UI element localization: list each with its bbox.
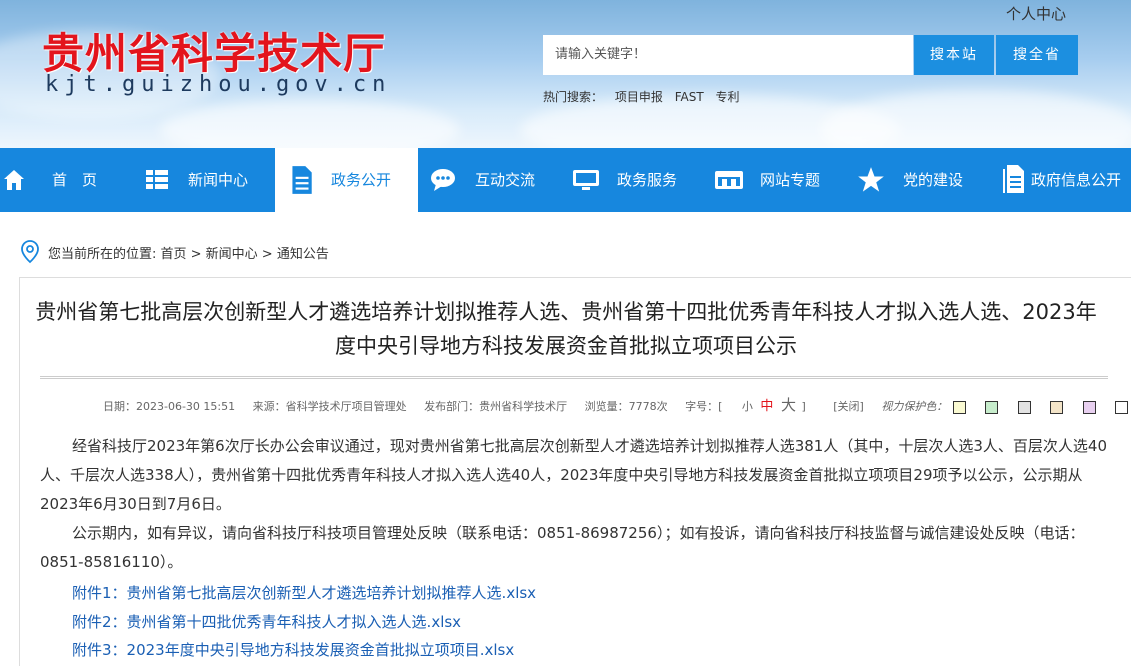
title-divider xyxy=(40,376,1108,379)
meta-date: 日期：2023-06-30 15:51 xyxy=(103,400,236,413)
nav-item-services[interactable]: 政务服务 xyxy=(561,148,704,212)
nav-label: 首 页 xyxy=(52,171,98,189)
eye-color-swatch[interactable] xyxy=(1017,400,1031,414)
site-domain: kjt.guizhou.gov.cn xyxy=(45,72,392,97)
nav-item-home[interactable]: 首 页 xyxy=(0,148,130,212)
location-pin-icon xyxy=(21,240,39,264)
hot-term[interactable]: 专利 xyxy=(715,90,739,104)
window-icon xyxy=(715,171,743,189)
eye-color-swatch[interactable] xyxy=(985,400,999,414)
nav-label: 政务服务 xyxy=(617,171,678,189)
home-icon xyxy=(4,170,24,190)
hot-term[interactable]: FAST xyxy=(675,90,704,104)
eye-color-swatch[interactable] xyxy=(1115,400,1129,414)
chat-icon xyxy=(431,169,455,191)
nav-item-gov-affairs[interactable]: 政务公开 xyxy=(275,148,418,212)
header-banner: 贵州省科学技术厅 kjt.guizhou.gov.cn 个人中心 请输入关键字！… xyxy=(0,0,1131,148)
nav-label: 网站专题 xyxy=(760,171,821,189)
article-body: 经省科技厅2023年第6次厅长办公会审议通过，现对贵州省第七批高层次创新型人才遴… xyxy=(40,432,1115,577)
font-size-label: 字号：[ xyxy=(685,400,723,413)
nav-label: 互动交流 xyxy=(475,171,536,189)
document-icon xyxy=(292,166,312,194)
hot-search-label: 热门搜索： xyxy=(543,90,604,104)
list-icon xyxy=(146,170,168,189)
eye-color-swatch[interactable] xyxy=(1050,400,1064,414)
personal-center-link[interactable]: 个人中心 xyxy=(1006,3,1066,24)
nav-label: 新闻中心 xyxy=(188,171,249,189)
meta-views: 浏览量：7778次 xyxy=(584,400,668,413)
font-size-large[interactable]: 大 xyxy=(781,396,796,414)
file-icon xyxy=(1003,165,1024,193)
search-input[interactable]: 请输入关键字！ xyxy=(543,35,913,75)
nav-item-gov-info[interactable]: 政府信息公开 xyxy=(990,148,1131,212)
attachment-link[interactable]: 附件1：贵州省第七批高层次创新型人才遴选培养计划拟推荐人选.xlsx xyxy=(72,582,536,603)
eye-color-swatches xyxy=(951,400,1131,414)
main-nav: 首 页 新闻中心 政务公开 互动交流 政务服务 网站专题 党的建设 政府信息公开 xyxy=(0,148,1131,212)
close-link[interactable]: [关闭] xyxy=(833,400,864,413)
font-size-close: ] xyxy=(801,400,806,413)
nav-item-interaction[interactable]: 互动交流 xyxy=(418,148,561,212)
breadcrumb-text[interactable]: 您当前所在的位置: 首页 > 新闻中心 > 通知公告 xyxy=(48,243,329,262)
nav-label: 政府信息公开 xyxy=(1031,171,1122,189)
hot-term[interactable]: 项目申报 xyxy=(615,90,663,104)
eye-protect-label: 视力保护色： xyxy=(881,400,948,413)
search-site-button[interactable]: 搜本站 xyxy=(914,35,994,75)
star-icon xyxy=(858,167,884,192)
font-size-medium[interactable]: 中 xyxy=(760,399,773,414)
meta-source: 来源：省科学技术厅项目管理处 xyxy=(252,400,407,413)
attachment-link[interactable]: 附件2：贵州省第十四批优秀青年科技人才拟入选人选.xlsx xyxy=(72,611,461,632)
font-size-small[interactable]: 小 xyxy=(742,400,753,413)
nav-item-party[interactable]: 党的建设 xyxy=(847,148,990,212)
hot-search: 热门搜索： 项目申报 FAST 专利 xyxy=(543,88,748,105)
nav-label: 党的建设 xyxy=(903,171,964,189)
body-paragraph: 经省科技厅2023年第6次厅长办公会审议通过，现对贵州省第七批高层次创新型人才遴… xyxy=(40,437,1107,513)
monitor-icon xyxy=(573,170,599,190)
article-meta: 日期：2023-06-30 15:51 来源：省科学技术厅项目管理处 发布部门：… xyxy=(103,394,1131,415)
body-paragraph: 公示期内，如有异议，请向省科技厅科技项目管理处反映（联系电话：0851-8698… xyxy=(40,524,1085,571)
nav-item-news[interactable]: 新闻中心 xyxy=(130,148,275,212)
nav-label: 政务公开 xyxy=(331,171,392,189)
attachment-link[interactable]: 附件3：2023年度中央引导地方科技发展资金首批拟立项项目.xlsx xyxy=(72,639,514,660)
meta-dept: 发布部门：贵州省科学技术厅 xyxy=(424,400,568,413)
nav-item-topics[interactable]: 网站专题 xyxy=(704,148,847,212)
article-title: 贵州省第七批高层次创新型人才遴选培养计划拟推荐人选、贵州省第十四批优秀青年科技人… xyxy=(35,300,1097,358)
search-province-button[interactable]: 搜全省 xyxy=(996,35,1078,75)
eye-color-swatch[interactable] xyxy=(952,400,966,414)
eye-color-swatch[interactable] xyxy=(1082,400,1096,414)
